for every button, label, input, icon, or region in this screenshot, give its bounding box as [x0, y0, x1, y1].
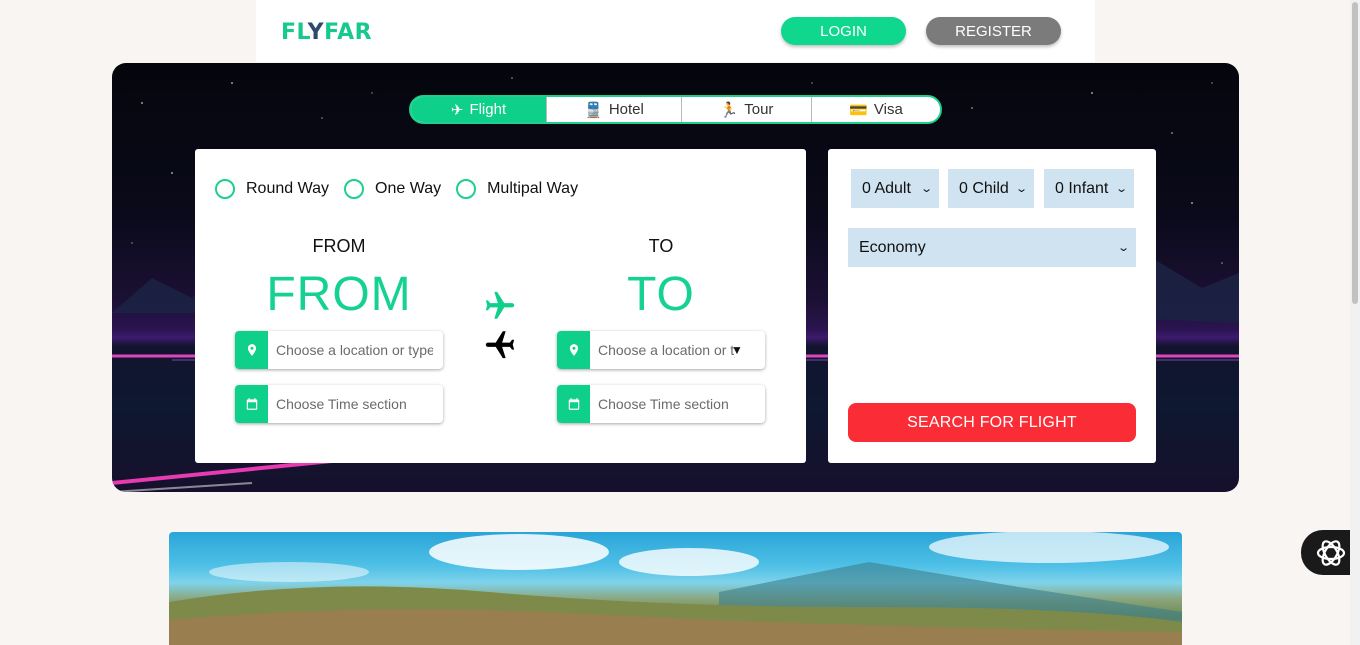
radio-one-way[interactable]: One Way: [344, 179, 441, 199]
service-tabs: ✈ Flight 🚆 Hotel 🏃 Tour 💳 Visa: [409, 95, 942, 124]
landscape-illustration: [169, 532, 1182, 645]
cabin-class-value: Economy: [859, 238, 926, 256]
page-scrollbar[interactable]: [1350, 0, 1360, 645]
scrollbar-thumb[interactable]: [1352, 2, 1358, 304]
logo-part-fl: FL: [281, 20, 308, 45]
location-pin-icon: [235, 331, 268, 369]
tab-flight[interactable]: ✈ Flight: [411, 97, 547, 122]
airplane-black-icon: [485, 331, 515, 359]
search-flight-button[interactable]: SEARCH FOR FLIGHT: [848, 403, 1136, 442]
login-button[interactable]: LOGIN: [781, 17, 906, 45]
to-time-field: [557, 385, 765, 423]
hero-search-section: ✈ Flight 🚆 Hotel 🏃 Tour 💳 Visa Round Way…: [112, 63, 1239, 492]
from-location-field: [235, 331, 443, 369]
runner-icon: 🏃: [719, 101, 739, 119]
airplane-green-icon: [485, 291, 515, 319]
child-select[interactable]: 0 Child ⌄: [948, 169, 1034, 208]
register-button[interactable]: REGISTER: [926, 17, 1061, 45]
logo[interactable]: FLYFAR: [281, 20, 372, 45]
infant-select-value: 0 Infant: [1055, 179, 1109, 197]
radio-one-way-label: One Way: [375, 180, 442, 197]
chevron-down-icon: ⌄: [1114, 183, 1128, 195]
openai-logo-icon: [1316, 539, 1345, 566]
tab-hotel-label: Hotel: [608, 101, 644, 118]
logo-part-far: FAR: [324, 20, 373, 45]
tab-hotel[interactable]: 🚆 Hotel: [547, 97, 682, 122]
radio-circle[interactable]: [215, 179, 235, 199]
trip-type-group: Round Way One Way Multipal Way: [215, 179, 593, 199]
to-big-label: TO: [627, 268, 695, 321]
adult-select-value: 0 Adult: [862, 179, 911, 197]
logo-part-y: Y: [307, 20, 325, 45]
chevron-down-icon: ⌄: [1116, 242, 1130, 254]
child-select-value: 0 Child: [959, 179, 1009, 197]
from-time-field: [235, 385, 443, 423]
to-time-input[interactable]: [590, 385, 755, 423]
tab-tour[interactable]: 🏃 Tour: [682, 97, 812, 122]
location-pin-icon: [557, 331, 590, 369]
radio-multipal-way[interactable]: Multipal Way: [456, 179, 578, 199]
tab-visa-label: Visa: [873, 101, 903, 118]
radio-round-way[interactable]: Round Way: [215, 179, 329, 199]
from-location-input[interactable]: [268, 331, 433, 369]
from-big-label: FROM: [266, 268, 412, 321]
radio-circle[interactable]: [344, 179, 364, 199]
calendar-icon: [557, 385, 590, 423]
radio-circle[interactable]: [456, 179, 477, 199]
from-time-input[interactable]: [268, 385, 433, 423]
train-icon: 🚆: [584, 101, 603, 119]
passenger-class-card: 0 Adult ⌄ 0 Child ⌄ 0 Infant ⌄ Economy ⌄…: [828, 149, 1156, 463]
radio-round-way-label: Round Way: [246, 180, 329, 197]
chevron-down-icon: ⌄: [1014, 183, 1028, 195]
tab-visa[interactable]: 💳 Visa: [812, 97, 940, 122]
destination-banner-image: [169, 532, 1182, 645]
to-location-field: ▼: [557, 331, 765, 369]
adult-select[interactable]: 0 Adult ⌄: [851, 169, 939, 208]
cabin-class-select[interactable]: Economy ⌄: [848, 228, 1136, 267]
chevron-down-icon: ⌄: [919, 183, 933, 195]
airplane-icon: ✈: [450, 101, 464, 119]
radio-multipal-way-label: Multipal Way: [487, 180, 579, 197]
from-heading: FROM: [312, 236, 366, 256]
tab-tour-label: Tour: [744, 101, 774, 118]
top-navbar: FLYFAR LOGIN REGISTER: [256, 0, 1095, 62]
to-location-input[interactable]: [590, 331, 735, 369]
tab-flight-label: Flight: [469, 101, 507, 118]
infant-select[interactable]: 0 Infant ⌄: [1044, 169, 1134, 208]
to-heading: TO: [648, 236, 674, 256]
flight-route-card: Round Way One Way Multipal Way FROM FROM…: [195, 149, 806, 463]
dropdown-triangle-icon[interactable]: ▼: [731, 343, 743, 357]
calendar-icon: [235, 385, 268, 423]
card-icon: 💳: [849, 101, 868, 119]
